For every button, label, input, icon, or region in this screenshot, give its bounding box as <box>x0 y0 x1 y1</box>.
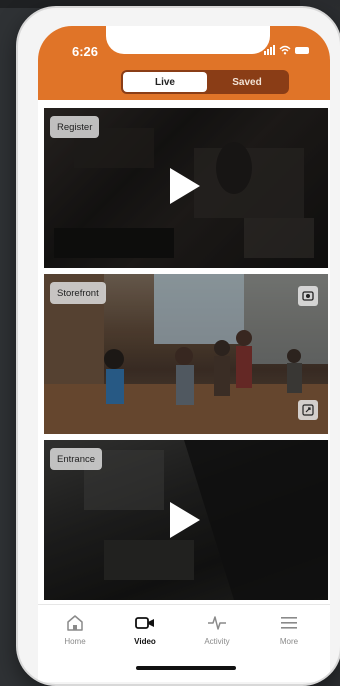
camera-feed-register[interactable]: Register <box>44 108 328 268</box>
activity-pulse-icon <box>208 616 226 630</box>
play-icon[interactable] <box>170 502 200 538</box>
camera-feed-storefront[interactable]: Storefront <box>44 274 328 434</box>
snapshot-button[interactable] <box>298 286 318 306</box>
battery-icon <box>295 46 309 54</box>
phone-frame: 6:26 Live Saved Register Storefront Entr… <box>18 8 340 684</box>
expand-icon <box>302 404 314 416</box>
header-bar: 6:26 Live Saved <box>38 26 330 100</box>
live-saved-toggle: Live Saved <box>121 70 289 94</box>
tab-home[interactable]: Home <box>46 613 104 646</box>
tab-label: More <box>279 637 299 646</box>
feed-label-storefront: Storefront <box>50 282 106 304</box>
menu-icon <box>281 617 297 629</box>
tab-activity[interactable]: Activity <box>188 613 246 646</box>
feed-label-entrance: Entrance <box>50 448 103 470</box>
home-icon <box>67 615 83 631</box>
segment-live[interactable]: Live <box>123 72 207 92</box>
tab-video[interactable]: Video <box>116 613 174 646</box>
camera-icon <box>302 291 314 301</box>
status-icons <box>264 44 309 56</box>
tab-label: Home <box>64 637 86 646</box>
bottom-tab-bar: Home Video Activity More <box>38 604 330 682</box>
video-camera-icon <box>135 617 154 629</box>
phone-notch <box>106 26 270 54</box>
status-time: 6:26 <box>72 44 99 59</box>
feed-label-register: Register <box>50 116 100 138</box>
camera-feed-entrance[interactable]: Entrance <box>44 440 328 600</box>
tab-label: Activity <box>204 637 230 646</box>
app-screen: 6:26 Live Saved Register Storefront Entr… <box>38 26 330 682</box>
fullscreen-button[interactable] <box>298 400 318 420</box>
background-strip <box>0 0 340 8</box>
segment-saved[interactable]: Saved <box>207 72 287 92</box>
play-icon[interactable] <box>170 168 200 204</box>
wifi-icon <box>279 45 291 55</box>
tab-label: Video <box>134 637 156 646</box>
tab-more[interactable]: More <box>260 613 318 646</box>
signal-icon <box>264 45 275 55</box>
home-indicator <box>136 666 236 670</box>
